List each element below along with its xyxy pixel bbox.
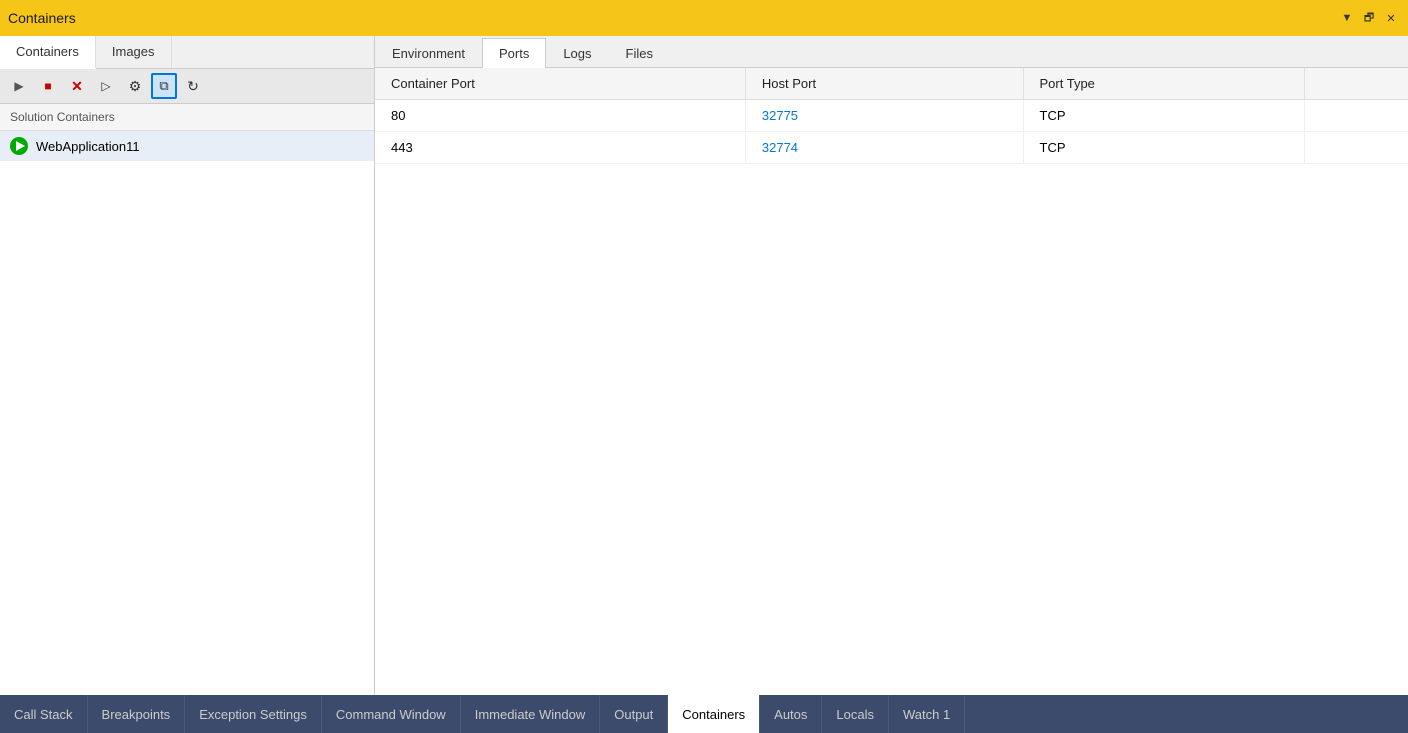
main-content: Containers Images ▶ ■ ✕ ▷ ⚙ ⧉ ↻	[0, 36, 1408, 695]
sidebar: Containers Images ▶ ■ ✕ ▷ ⚙ ⧉ ↻	[0, 36, 375, 695]
bottom-tab-watch1[interactable]: Watch 1	[889, 695, 965, 733]
bottom-tab-command-window[interactable]: Command Window	[322, 695, 461, 733]
col-port-type: Port Type	[1023, 68, 1304, 100]
copy-button[interactable]: ⧉	[151, 73, 177, 99]
start-button[interactable]: ▶	[6, 73, 32, 99]
bottom-tab-immediate-window[interactable]: Immediate Window	[461, 695, 601, 733]
sidebar-tabs: Containers Images	[0, 36, 374, 69]
sidebar-tab-containers[interactable]: Containers	[0, 36, 96, 69]
port-type-1: TCP	[1023, 100, 1304, 132]
bottom-tab-output[interactable]: Output	[600, 695, 668, 733]
bottom-tab-exception-settings[interactable]: Exception Settings	[185, 695, 322, 733]
copy-icon: ⧉	[159, 78, 168, 94]
extra-1	[1304, 100, 1408, 132]
table-row: 443 32774 TCP	[375, 132, 1408, 164]
port-type-2: TCP	[1023, 132, 1304, 164]
col-host-port: Host Port	[745, 68, 1023, 100]
stop-icon: ■	[44, 79, 51, 93]
gear-icon: ⚙	[129, 78, 142, 95]
extra-2	[1304, 132, 1408, 164]
host-port-1[interactable]: 32775	[745, 100, 1023, 132]
close-icon: ✕	[71, 78, 83, 95]
play-icon: ▶	[14, 79, 23, 93]
tab-ports[interactable]: Ports	[482, 38, 546, 68]
content-tabs: Environment Ports Logs Files	[375, 36, 1408, 68]
refresh-icon: ↻	[187, 78, 199, 95]
tab-logs[interactable]: Logs	[546, 38, 608, 68]
col-extra	[1304, 68, 1408, 100]
window-controls: ▼ 🗗 ✕	[1338, 9, 1400, 27]
settings-button[interactable]: ⚙	[122, 73, 148, 99]
bottom-tab-autos[interactable]: Autos	[760, 695, 822, 733]
bottom-bar: Call Stack Breakpoints Exception Setting…	[0, 695, 1408, 733]
table-body: 80 32775 TCP 443 32774 TCP	[375, 100, 1408, 164]
restore-button[interactable]: 🗗	[1360, 9, 1378, 27]
col-container-port: Container Port	[375, 68, 745, 100]
tab-files[interactable]: Files	[609, 38, 670, 68]
host-port-2[interactable]: 32774	[745, 132, 1023, 164]
tab-environment[interactable]: Environment	[375, 38, 482, 68]
stop-button[interactable]: ■	[35, 73, 61, 99]
container-name: WebApplication11	[36, 139, 140, 154]
attach-icon: ▷	[101, 79, 110, 93]
bottom-tab-containers[interactable]: Containers	[668, 695, 760, 733]
sidebar-tab-images[interactable]: Images	[96, 36, 172, 68]
bottom-tab-breakpoints[interactable]: Breakpoints	[88, 695, 186, 733]
container-port-1: 80	[375, 100, 745, 132]
host-port-link-2[interactable]: 32774	[762, 140, 798, 155]
title-bar: Containers ▼ 🗗 ✕	[0, 0, 1408, 36]
close-container-button[interactable]: ✕	[64, 73, 90, 99]
bottom-tab-call-stack[interactable]: Call Stack	[0, 695, 88, 733]
table-row: 80 32775 TCP	[375, 100, 1408, 132]
close-button[interactable]: ✕	[1382, 9, 1400, 27]
dropdown-button[interactable]: ▼	[1338, 9, 1356, 27]
bottom-tab-locals[interactable]: Locals	[822, 695, 889, 733]
running-indicator	[10, 137, 28, 155]
container-port-2: 443	[375, 132, 745, 164]
host-port-link-1[interactable]: 32775	[762, 108, 798, 123]
ports-table: Container Port Host Port Port Type 80 32…	[375, 68, 1408, 164]
sidebar-toolbar: ▶ ■ ✕ ▷ ⚙ ⧉ ↻	[0, 69, 374, 104]
ports-table-container: Container Port Host Port Port Type 80 32…	[375, 68, 1408, 695]
attach-button[interactable]: ▷	[93, 73, 119, 99]
table-header: Container Port Host Port Port Type	[375, 68, 1408, 100]
window-title: Containers	[8, 10, 76, 26]
section-header: Solution Containers	[0, 104, 374, 131]
refresh-button[interactable]: ↻	[180, 73, 206, 99]
right-panel: Environment Ports Logs Files Container P…	[375, 36, 1408, 695]
container-item[interactable]: WebApplication11	[0, 131, 374, 161]
